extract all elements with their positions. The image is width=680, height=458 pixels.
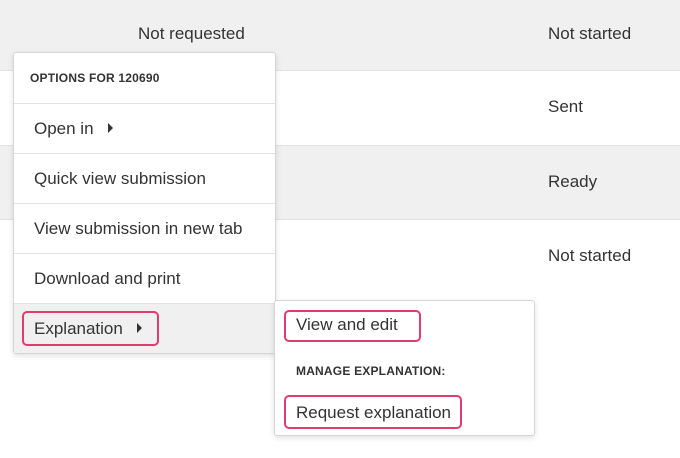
menu-item-label: Open in — [34, 119, 94, 138]
request-status-cell: Not requested — [138, 24, 245, 43]
caret-right-icon — [136, 322, 142, 333]
request-explanation-label: Request explanation — [296, 403, 452, 422]
menu-item-label: Quick view submission — [34, 169, 206, 188]
menu-item-open-in[interactable]: Open in — [14, 104, 275, 154]
menu-item-label: Download and print — [34, 269, 181, 288]
status-cell: Not started — [548, 246, 632, 265]
caret-right-icon — [107, 122, 113, 133]
explanation-submenu: View and edit MANAGE EXPLANATION: Reques… — [274, 300, 535, 436]
status-cell: Not started — [548, 24, 632, 43]
status-cell: Sent — [548, 97, 583, 116]
view-and-edit-label: View and edit — [296, 315, 398, 334]
request-explanation-item[interactable]: Request explanation — [296, 403, 451, 423]
menu-item-download-print[interactable]: Download and print — [14, 254, 275, 304]
menu-item-explanation[interactable]: Explanation — [14, 304, 275, 353]
options-menu: OPTIONS FOR 120690 Open in Quick view su… — [13, 52, 276, 354]
menu-item-label: View submission in new tab — [34, 219, 243, 238]
menu-item-label: Explanation — [34, 319, 123, 338]
menu-item-quick-view[interactable]: Quick view submission — [14, 154, 275, 204]
view-and-edit-item[interactable]: View and edit — [296, 315, 398, 335]
status-cell: Ready — [548, 172, 598, 191]
options-menu-header: OPTIONS FOR 120690 — [14, 53, 275, 104]
menu-item-view-new-tab[interactable]: View submission in new tab — [14, 204, 275, 254]
manage-explanation-header: MANAGE EXPLANATION: — [296, 364, 446, 378]
